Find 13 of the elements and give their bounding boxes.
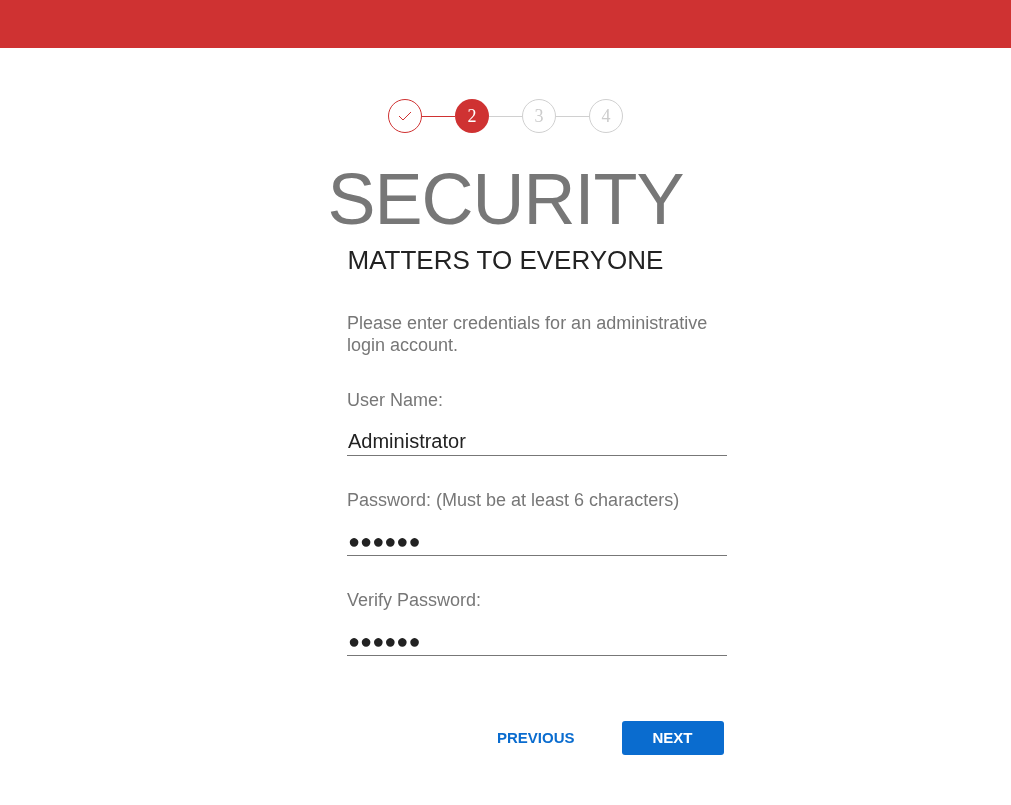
field-label: User Name:	[347, 389, 445, 411]
input-field[interactable]: Administrator	[347, 426, 727, 456]
step-indicator: 2	[455, 99, 489, 133]
page-subtitle: MATTERS TO EVERYONE	[347, 244, 664, 276]
input-field[interactable]: ●●●●●●	[347, 526, 727, 556]
page-title: SECURITY	[327, 159, 684, 239]
check-icon	[398, 111, 412, 121]
field-label: Verify Password:	[347, 589, 483, 611]
input-field[interactable]: ●●●●●●	[347, 626, 727, 656]
previous-button[interactable]: PREVIOUS	[480, 721, 592, 755]
instructions-text: Please enter credentials for an administrative login account.	[347, 312, 709, 356]
next-button[interactable]: NEXT	[621, 721, 724, 755]
field-label: Password: (Must be at least 6 characters)	[347, 489, 681, 511]
